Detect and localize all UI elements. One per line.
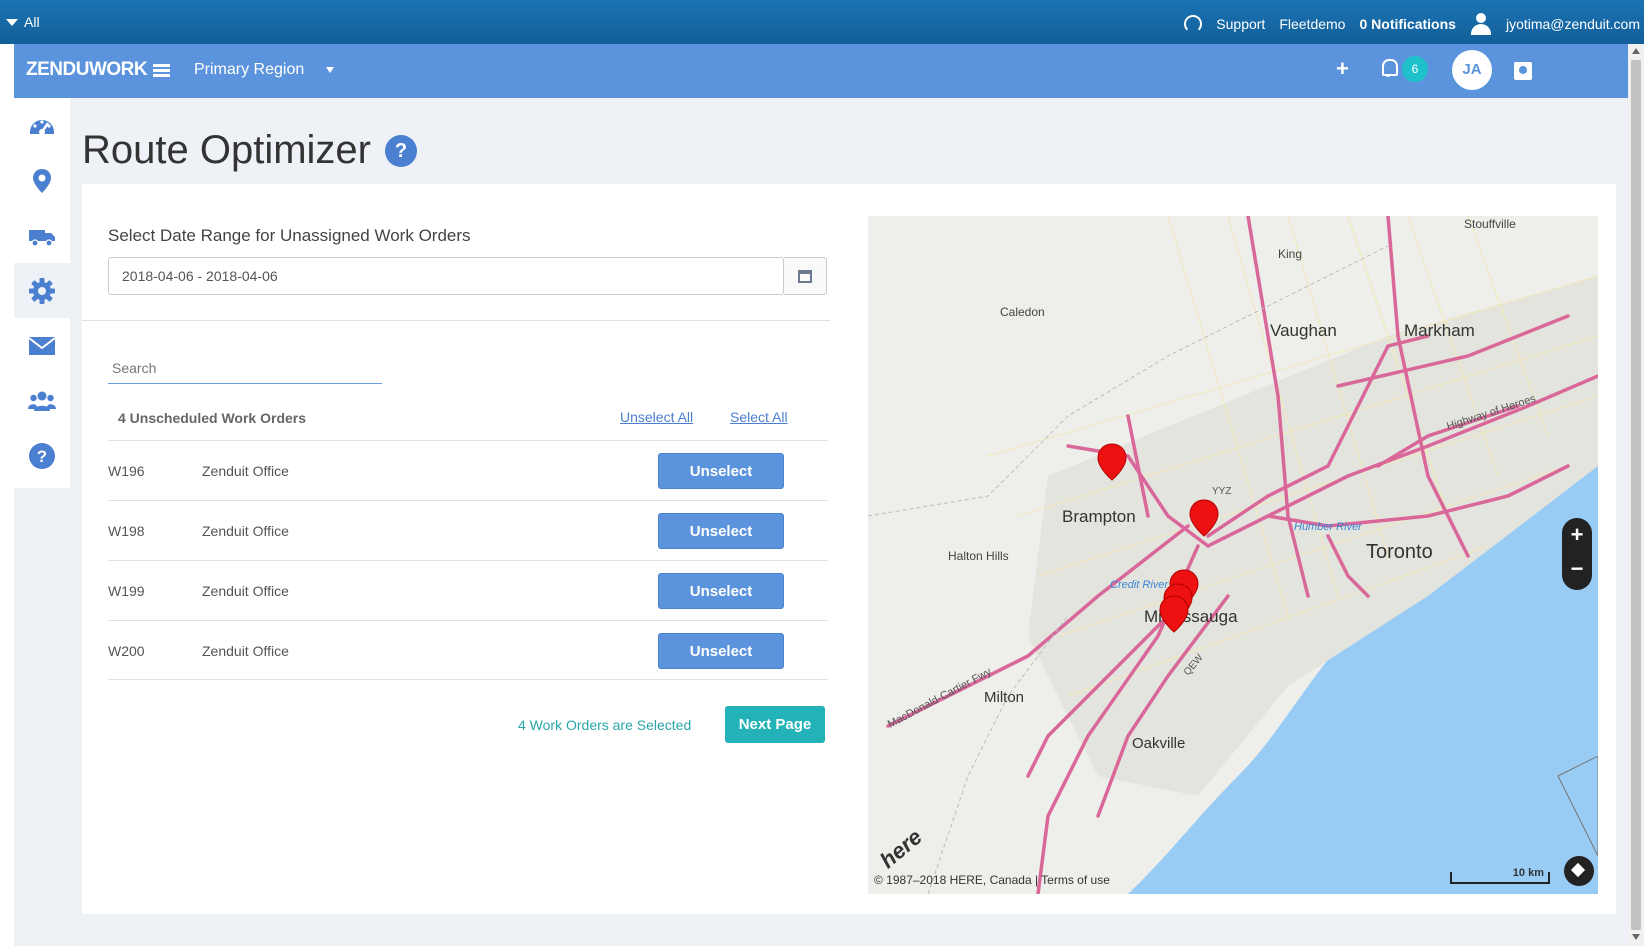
label-macdonald: MacDonald-Cartier Fwy [886, 666, 994, 731]
work-order-location: Zenduit Office [202, 643, 289, 659]
scrollbar-thumb[interactable] [1631, 60, 1641, 930]
calendar-icon [798, 269, 812, 283]
map-canvas[interactable]: Stouffville King Caledon Vaughan Markham… [868, 216, 1598, 894]
notification-count-badge[interactable]: 6 [1402, 56, 1428, 82]
label-caledon: Caledon [1000, 305, 1045, 319]
label-king: King [1278, 247, 1302, 261]
sidebar-item-dashboard[interactable] [14, 98, 70, 153]
work-order-id: W196 [108, 463, 145, 479]
scroll-down-arrow-icon[interactable] [1632, 934, 1640, 940]
headset-icon [1184, 15, 1203, 33]
work-order-list: W196 Zenduit Office Unselect W198 Zendui… [108, 440, 828, 680]
user-icon [1470, 13, 1492, 35]
zoom-in-button[interactable]: + [1562, 518, 1592, 552]
label-mississauga: Mississauga [1144, 607, 1238, 626]
route-map[interactable]: Stouffville King Caledon Vaughan Markham… [868, 216, 1598, 894]
unselect-button[interactable]: Unselect [658, 633, 784, 669]
table-row: W198 Zenduit Office Unselect [108, 500, 828, 560]
sidebar-item-vehicles[interactable] [14, 208, 70, 263]
region-label: Primary Region [194, 61, 305, 78]
unselect-button[interactable]: Unselect [658, 453, 784, 489]
date-range-input[interactable] [108, 257, 784, 295]
user-email-link[interactable]: jyotima@zenduit.com [1506, 16, 1640, 32]
work-order-id: W200 [108, 643, 145, 659]
top-bar: All Support Fleetdemo 0 Notifications jy… [0, 0, 1644, 44]
sidebar-item-help[interactable]: ? [14, 428, 70, 483]
work-order-id: W198 [108, 523, 145, 539]
help-button[interactable]: ? [384, 134, 417, 167]
sidebar-item-locations[interactable] [14, 153, 70, 208]
page-title-text: Route Optimizer [82, 128, 371, 172]
map-scale: 10 km [1450, 868, 1550, 884]
brand-name: ZENDUWORK [26, 59, 148, 80]
nav-bar: ZENDUWORK Primary Region + 6 JA [14, 44, 1628, 98]
scroll-up-arrow-icon[interactable] [1632, 48, 1640, 54]
label-vaughan: Vaughan [1270, 321, 1337, 340]
selected-count-text: 4 Work Orders are Selected [518, 717, 692, 733]
sidebar: ? [14, 98, 70, 488]
label-yyz: YYZ [1212, 486, 1231, 497]
calendar-button[interactable] [784, 257, 827, 295]
table-row: W196 Zenduit Office Unselect [108, 440, 828, 500]
zoom-control: + − [1562, 518, 1592, 590]
support-link[interactable]: Support [1216, 16, 1265, 32]
label-markham: Markham [1404, 321, 1475, 340]
work-order-id: W199 [108, 583, 145, 599]
label-milton: Milton [984, 689, 1024, 706]
fleet-link[interactable]: Fleetdemo [1279, 16, 1345, 32]
avatar[interactable]: JA [1452, 50, 1492, 90]
unscheduled-count-label: 4 Unscheduled Work Orders [118, 410, 307, 426]
label-halton-hills: Halton Hills [948, 549, 1009, 563]
dashboard-icon [30, 119, 54, 135]
caret-down-icon [6, 18, 18, 26]
zoom-out-button[interactable]: − [1562, 552, 1592, 586]
page-title: Route Optimizer ? [82, 128, 417, 173]
svg-text:?: ? [37, 447, 47, 466]
work-order-location: Zenduit Office [202, 523, 289, 539]
bell-icon[interactable] [1380, 59, 1398, 77]
select-all-link[interactable]: Select All [730, 409, 788, 425]
label-toronto: Toronto [1366, 541, 1433, 563]
brand-logo[interactable]: ZENDUWORK [26, 59, 171, 81]
table-row: W199 Zenduit Office Unselect [108, 560, 828, 620]
label-oakville: Oakville [1132, 735, 1185, 752]
all-filter[interactable]: All [6, 14, 40, 30]
map-copyright[interactable]: © 1987–2018 HERE, Canada | Terms of use [874, 873, 1110, 887]
envelope-icon [28, 336, 56, 355]
label-stouffville: Stouffville [1464, 217, 1516, 231]
gear-icon [29, 277, 55, 304]
sidebar-item-users[interactable] [14, 373, 70, 428]
search-input[interactable] [108, 352, 382, 384]
all-label: All [24, 14, 40, 30]
layers-icon[interactable] [1564, 856, 1594, 886]
page-scrollbar[interactable] [1628, 44, 1644, 946]
label-brampton: Brampton [1062, 507, 1136, 526]
unselect-all-link[interactable]: Unselect All [620, 409, 693, 425]
contact-card-icon[interactable] [1514, 62, 1532, 80]
unselect-button[interactable]: Unselect [658, 513, 784, 549]
notifications-link[interactable]: 0 Notifications [1359, 16, 1455, 32]
sidebar-item-settings[interactable] [14, 263, 70, 318]
add-button[interactable]: + [1336, 56, 1349, 82]
date-range-label: Select Date Range for Unassigned Work Or… [108, 226, 471, 245]
work-order-location: Zenduit Office [202, 463, 289, 479]
chevron-down-icon [326, 67, 335, 73]
question-icon: ? [29, 442, 55, 469]
truck-icon [29, 229, 55, 247]
label-credit-river: Credit River [1110, 579, 1169, 591]
sidebar-item-messages[interactable] [14, 318, 70, 373]
top-bar-right: Support Fleetdemo 0 Notifications jyotim… [1184, 13, 1640, 35]
users-icon [28, 391, 56, 411]
table-row: W200 Zenduit Office Unselect [108, 620, 828, 680]
hamburger-menu-icon[interactable] [153, 63, 171, 77]
label-humber-river: Humber River [1294, 521, 1363, 533]
unselect-button[interactable]: Unselect [658, 573, 784, 609]
region-select[interactable]: Primary Region [194, 61, 335, 79]
next-page-button[interactable]: Next Page [725, 706, 825, 743]
divider [82, 320, 830, 321]
work-order-location: Zenduit Office [202, 583, 289, 599]
map-marker-icon [33, 168, 51, 193]
